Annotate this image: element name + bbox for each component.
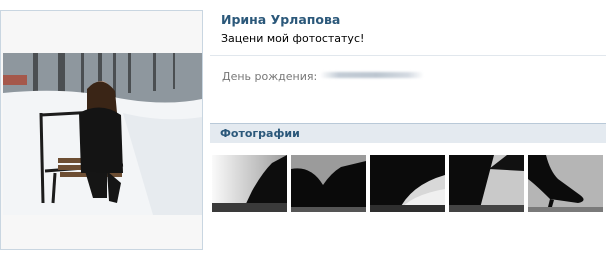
photo-thumbnail-3[interactable] bbox=[370, 155, 445, 212]
photos-section-header[interactable]: Фотографии bbox=[210, 123, 606, 143]
photo-strip bbox=[212, 155, 606, 212]
birthday-value bbox=[320, 72, 424, 78]
divider bbox=[210, 55, 606, 56]
photo-thumbnail-4[interactable] bbox=[449, 155, 524, 212]
photo-thumbnail-2[interactable] bbox=[291, 155, 366, 212]
profile-name: Ирина Урлапова bbox=[221, 12, 341, 27]
profile-photo[interactable] bbox=[3, 53, 202, 215]
photo-thumbnail-5[interactable] bbox=[528, 155, 603, 212]
profile-photo-frame bbox=[0, 10, 203, 250]
birthday-label: День рождения: bbox=[222, 70, 318, 83]
photo-thumbnail-1[interactable] bbox=[212, 155, 287, 212]
profile-status[interactable]: Зацени мой фотостатус! bbox=[221, 32, 364, 45]
photos-section-title: Фотографии bbox=[220, 127, 300, 140]
